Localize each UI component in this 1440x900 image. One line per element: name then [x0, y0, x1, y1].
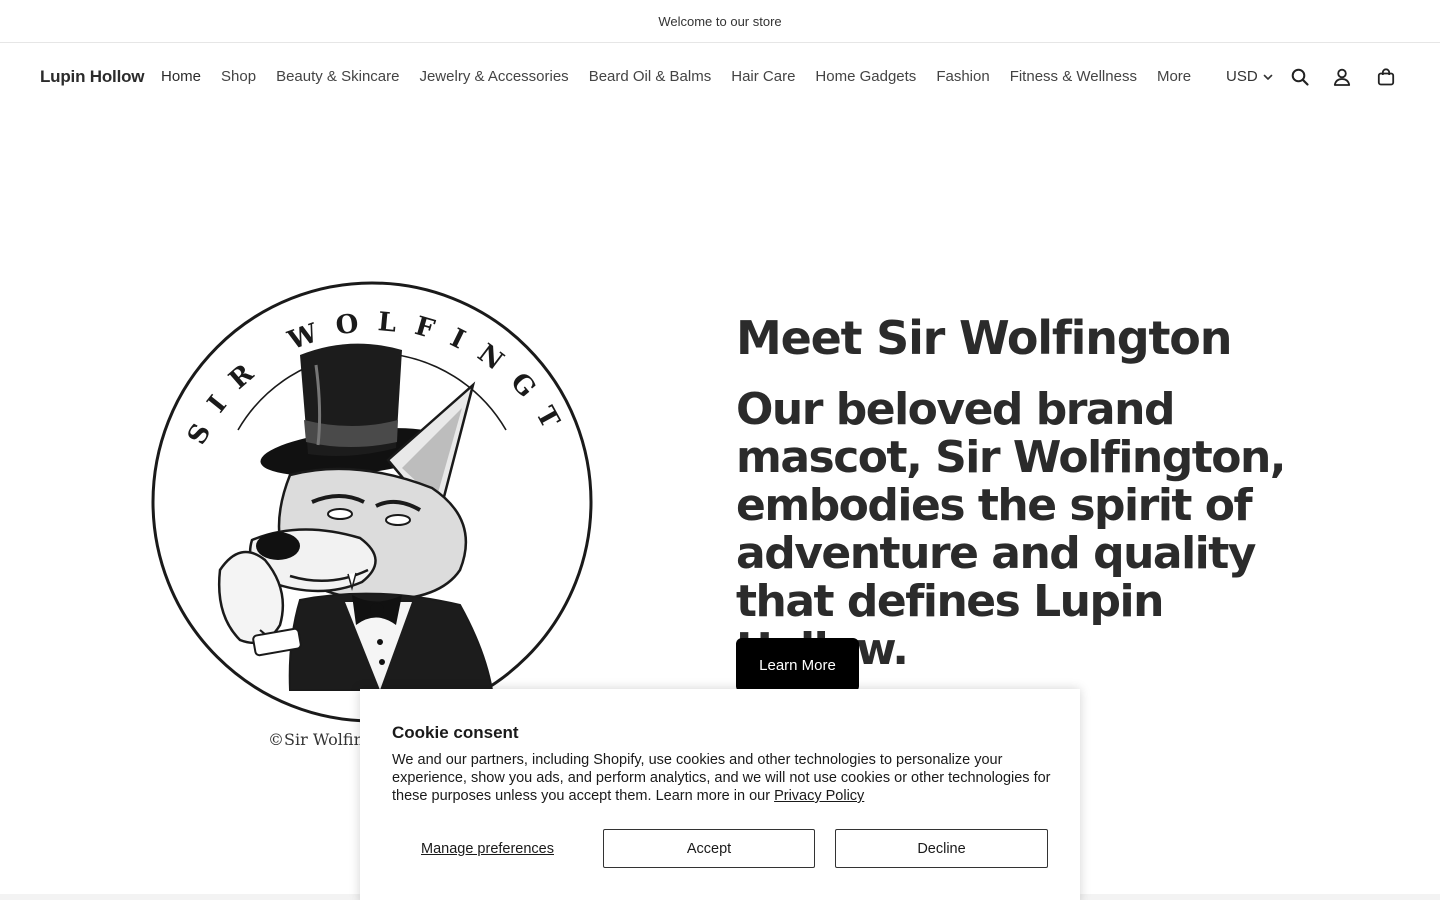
manage-preferences-button[interactable]: Manage preferences — [392, 829, 583, 869]
nav-item-fashion[interactable]: Fashion — [936, 68, 989, 85]
announcement-text: Welcome to our store — [658, 13, 782, 29]
nav-item-beauty-skincare[interactable]: Beauty & Skincare — [276, 68, 399, 85]
nav-item-home[interactable]: Home — [161, 68, 201, 85]
hero-subtitle: Our beloved brand mascot, Sir Wolfington… — [736, 384, 1287, 674]
cookie-title: Cookie consent — [392, 723, 519, 742]
decline-button[interactable]: Decline — [835, 829, 1048, 868]
sir-wolfington-logo: SIR WOLFINGTON ©Sir Wolfington — [119, 247, 605, 760]
nav-item-hair-care[interactable]: Hair Care — [731, 68, 795, 85]
nav-item-beard-oil-balms[interactable]: Beard Oil & Balms — [589, 68, 712, 85]
accept-button[interactable]: Accept — [603, 829, 815, 868]
cookie-consent-dialog: Cookie consent We and our partners, incl… — [360, 689, 1080, 900]
hero-text-block: Meet Sir Wolfington Our beloved brand ma… — [736, 310, 1376, 674]
nav-item-home-gadgets[interactable]: Home Gadgets — [815, 68, 916, 85]
privacy-policy-link[interactable]: Privacy Policy — [774, 788, 864, 804]
site-header: Lupin Hollow Home Shop Beauty & Skincare… — [0, 43, 1440, 111]
currency-label: USD — [1226, 68, 1258, 85]
cookie-actions: Manage preferences Accept Decline — [392, 829, 1048, 869]
account-icon[interactable] — [1331, 66, 1353, 88]
nav-item-more[interactable]: More — [1157, 68, 1191, 85]
nav-item-jewelry-accessories[interactable]: Jewelry & Accessories — [419, 68, 568, 85]
hero-title: Meet Sir Wolfington — [736, 311, 1232, 365]
nav-item-fitness-wellness[interactable]: Fitness & Wellness — [1010, 68, 1137, 85]
announcement-bar: Welcome to our store — [0, 0, 1440, 43]
cookie-body: We and our partners, including Shopify, … — [392, 751, 1052, 805]
store-logo[interactable]: Lupin Hollow — [40, 67, 145, 87]
chevron-down-icon — [1263, 74, 1272, 80]
cart-icon[interactable] — [1375, 66, 1397, 88]
nav-item-shop[interactable]: Shop — [221, 68, 256, 85]
learn-more-button[interactable]: Learn More — [736, 638, 859, 692]
currency-selector[interactable]: USD — [1226, 68, 1274, 85]
cookie-body-text: We and our partners, including Shopify, … — [392, 752, 1051, 804]
search-icon[interactable] — [1289, 66, 1311, 88]
main-nav: Home Shop Beauty & Skincare Jewelry & Ac… — [161, 68, 1191, 85]
